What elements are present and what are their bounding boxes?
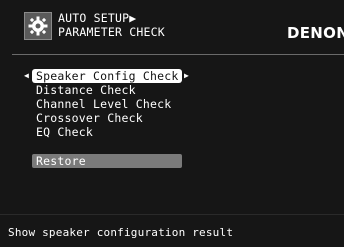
menu-item-distance-check[interactable]: Distance Check xyxy=(36,83,136,97)
right-arrow-icon[interactable]: ▶ xyxy=(184,69,189,83)
restore-button-label: Restore xyxy=(36,154,86,168)
osd-panel: AUTO SETUP▶ PARAMETER CHECK DENON ◀ Spea… xyxy=(0,0,349,247)
menu-item-eq-check[interactable]: EQ Check xyxy=(36,125,93,139)
status-divider xyxy=(0,214,344,215)
page-title: AUTO SETUP▶ PARAMETER CHECK xyxy=(58,11,165,39)
header-divider xyxy=(12,54,344,55)
title-line-1: AUTO SETUP▶ xyxy=(58,11,137,25)
brand-logo: DENON xyxy=(287,24,349,42)
screen: AUTO SETUP▶ PARAMETER CHECK DENON ◀ Spea… xyxy=(0,0,349,247)
gear-icon xyxy=(24,12,52,40)
status-message: Show speaker configuration result xyxy=(8,226,234,239)
header: AUTO SETUP▶ PARAMETER CHECK DENON xyxy=(0,0,349,50)
menu-item-crossover-check[interactable]: Crossover Check xyxy=(36,111,143,125)
menu-item-speaker-config-check[interactable]: Speaker Config Check xyxy=(32,69,183,83)
menu-row-selected: ◀ Speaker Config Check ▶ xyxy=(0,69,344,83)
title-line-2: PARAMETER CHECK xyxy=(58,25,165,39)
right-border xyxy=(344,0,349,247)
menu-item-channel-level-check[interactable]: Channel Level Check xyxy=(36,97,171,111)
left-arrow-icon[interactable]: ◀ xyxy=(24,69,29,83)
